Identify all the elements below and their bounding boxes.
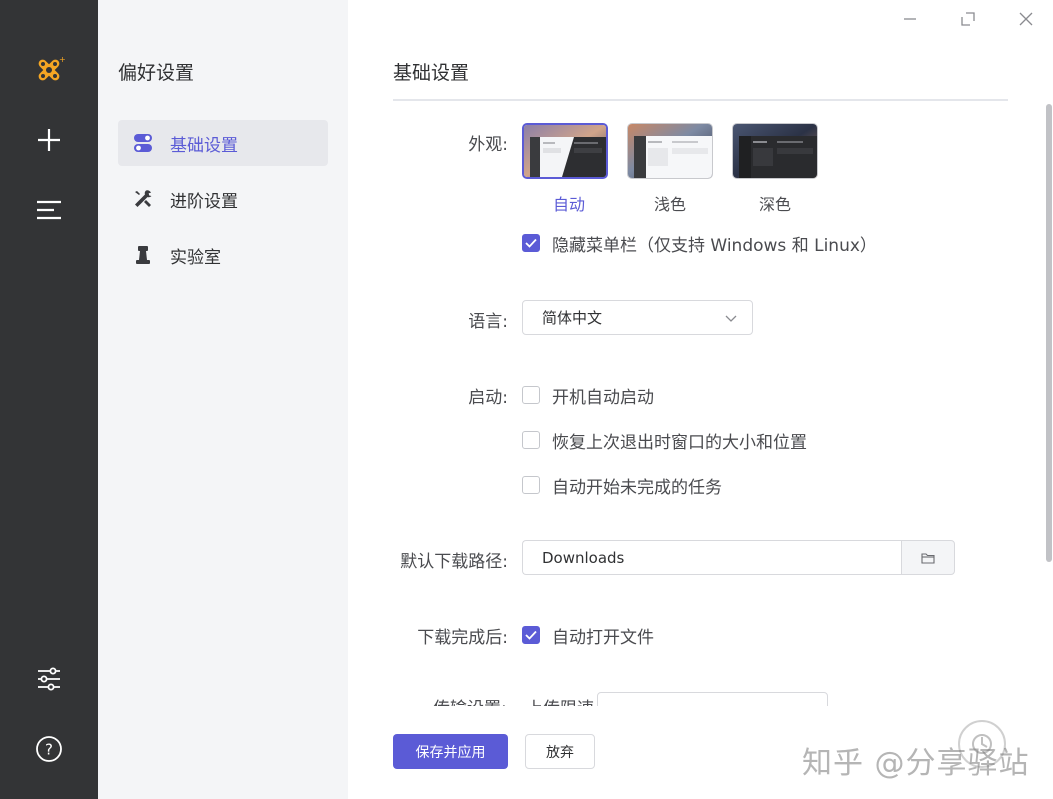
title-divider xyxy=(393,99,1008,101)
page-title: 基础设置 xyxy=(393,62,470,84)
auto-open-file-checkbox[interactable] xyxy=(522,626,540,644)
scrollbar-thumb[interactable] xyxy=(1046,104,1052,562)
sidebar-title: 偏好设置 xyxy=(118,62,195,84)
download-path-input[interactable] xyxy=(522,540,902,575)
auto-open-file-label[interactable]: 自动打开文件 xyxy=(552,623,654,648)
svg-text:+: + xyxy=(59,55,66,64)
app-window: + ? 偏好设置 基础设置 进阶设置 实验室 基础设置 外观: 自动 浅色 深色… xyxy=(0,0,1053,799)
footer-bar: 保存并应用 放弃 知乎 @分享驿站 xyxy=(348,706,1053,799)
left-rail: + ? xyxy=(0,0,98,799)
auto-launch-label[interactable]: 开机自动启动 xyxy=(552,383,654,408)
sidebar-item-basic[interactable]: 基础设置 xyxy=(118,120,328,166)
chevron-down-icon xyxy=(725,315,737,322)
transfer-label: 传输设置: xyxy=(433,694,507,706)
resume-tasks-label[interactable]: 自动开始未完成的任务 xyxy=(552,473,722,498)
minimize-icon[interactable] xyxy=(898,8,922,30)
hide-menubar-label[interactable]: 隐藏菜单栏（仅支持 Windows 和 Linux） xyxy=(552,231,877,256)
help-icon[interactable]: ? xyxy=(29,729,69,769)
startup-label: 启动: xyxy=(468,388,508,408)
sidebar-item-label: 实验室 xyxy=(170,247,221,268)
sidebar-item-lab[interactable]: 实验室 xyxy=(118,232,328,278)
language-label: 语言: xyxy=(468,312,508,332)
theme-dark-thumbnail[interactable] xyxy=(732,123,818,179)
theme-light-thumbnail[interactable] xyxy=(627,123,713,179)
after-download-label: 下载完成后: xyxy=(417,628,508,648)
upload-limit-label: 上传限速 xyxy=(526,694,594,706)
theme-dark-label[interactable]: 深色 xyxy=(732,191,818,215)
sidebar-item-label: 进阶设置 xyxy=(170,191,238,212)
app-logo-icon[interactable]: + xyxy=(29,50,69,90)
theme-auto-label[interactable]: 自动 xyxy=(526,191,612,215)
theme-auto-thumbnail[interactable] xyxy=(522,123,608,179)
sidebar-item-label: 基础设置 xyxy=(170,135,238,156)
close-icon[interactable] xyxy=(1014,8,1038,30)
check-icon xyxy=(525,630,537,640)
hide-menubar-checkbox[interactable] xyxy=(522,234,540,252)
watermark-text: 知乎 @分享驿站 xyxy=(802,746,1030,781)
restore-window-label[interactable]: 恢复上次退出时窗口的大小和位置 xyxy=(552,428,807,453)
preferences-sidebar: 偏好设置 基础设置 进阶设置 实验室 xyxy=(98,0,348,799)
svg-text:?: ? xyxy=(45,741,53,759)
sidebar-item-advanced[interactable]: 进阶设置 xyxy=(118,176,328,222)
save-apply-button[interactable]: 保存并应用 xyxy=(393,734,508,769)
chess-rook-icon xyxy=(132,244,154,266)
tools-icon xyxy=(132,188,154,210)
download-path-label: 默认下载路径: xyxy=(400,552,508,572)
appearance-label: 外观: xyxy=(468,135,508,155)
transfer-row: 传输设置: 上传限速 xyxy=(348,688,1053,706)
folder-icon xyxy=(921,552,935,564)
language-select[interactable]: 简体中文 xyxy=(522,300,753,335)
language-select-value: 简体中文 xyxy=(542,309,603,327)
toggles-icon xyxy=(132,132,154,154)
check-icon xyxy=(525,238,537,248)
settings-panel: 基础设置 外观: 自动 浅色 深色 隐藏菜单栏（仅支持 Windows 和 Li… xyxy=(348,0,1053,799)
preferences-sliders-icon[interactable] xyxy=(29,659,69,699)
task-list-icon[interactable] xyxy=(29,190,69,230)
upload-limit-select[interactable] xyxy=(597,692,828,706)
add-task-icon[interactable] xyxy=(29,120,69,160)
maximize-icon[interactable] xyxy=(956,8,980,30)
browse-folder-button[interactable] xyxy=(901,540,955,575)
theme-light-label[interactable]: 浅色 xyxy=(627,191,713,215)
discard-button[interactable]: 放弃 xyxy=(525,734,595,769)
auto-launch-checkbox[interactable] xyxy=(522,386,540,404)
resume-tasks-checkbox[interactable] xyxy=(522,476,540,494)
restore-window-checkbox[interactable] xyxy=(522,431,540,449)
